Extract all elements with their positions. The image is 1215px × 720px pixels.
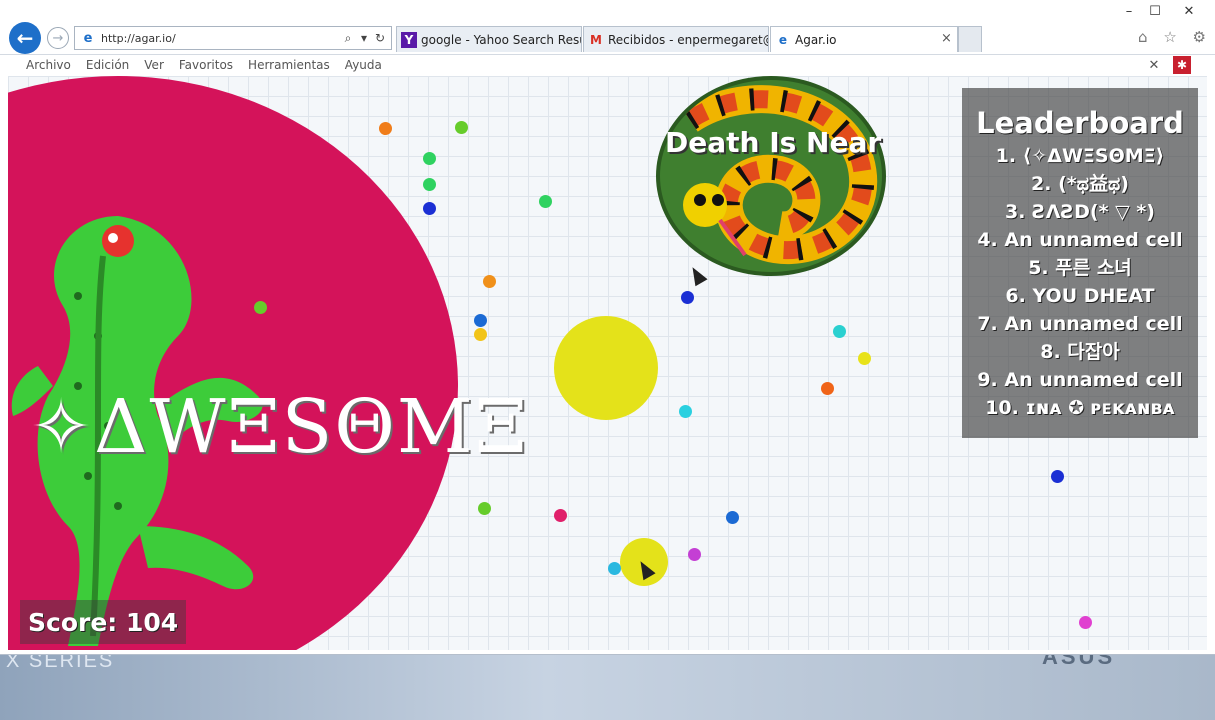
home-icon[interactable]: ⌂ (1138, 28, 1148, 48)
food-pellet (254, 301, 267, 314)
leaderboard-row: 1. ⟨✧ΔWΞSΘMΞ⟩ (995, 145, 1165, 167)
food-pellet (726, 511, 739, 524)
food-pellet (478, 502, 491, 515)
tab-gmail-inbox[interactable]: M Recibidos - enpermegaret@g... (583, 26, 769, 52)
title-bar: – ☐ ✕ (0, 0, 1215, 22)
food-pellet (423, 152, 436, 165)
food-pellet (483, 275, 496, 288)
dropdown-icon[interactable]: ▾ (357, 31, 371, 45)
food-pellet (821, 382, 834, 395)
enemy-name-label: Death Is Near (665, 126, 882, 159)
settings-gear-icon[interactable]: ⚙ (1193, 28, 1206, 48)
menu-favoritos[interactable]: Favoritos (179, 58, 233, 72)
leaderboard-row: 9. An unnamed cell (977, 369, 1183, 391)
ie-logo-icon: e (83, 30, 93, 46)
coral-snake-skin-icon (682, 85, 877, 264)
leaderboard-row: 10. ɪɴᴀ ✪ ᴘᴇᴋᴀɴʙᴀ (985, 397, 1175, 419)
food-pellet (858, 352, 871, 365)
tab-yahoo-search[interactable]: Y google - Yahoo Search Results (396, 26, 582, 52)
menu-archivo[interactable]: Archivo (26, 58, 71, 72)
player-name-label: ✧ΔWΞSΘMΞ (30, 384, 529, 470)
menu-ayuda[interactable]: Ayuda (345, 58, 382, 72)
close-icon[interactable]: ✕ (1146, 55, 1162, 75)
maximize-button[interactable]: ☐ (1142, 2, 1168, 20)
food-pellet (474, 328, 487, 341)
leaderboard-row: 8. 다잡아 (1040, 341, 1120, 363)
leaderboard-row: 7. An unnamed cell (977, 313, 1183, 335)
navigation-bar: ← → e http://agar.io/ ⌕ ▾ ↻ Y google - Y… (0, 22, 1215, 54)
ie-favicon-icon: e (778, 32, 788, 47)
game-canvas[interactable]: ✧ΔWΞSΘMΞ Death Is Near Leaderboard 1. ⟨✧… (8, 76, 1207, 650)
address-bar[interactable]: e http://agar.io/ ⌕ ▾ ↻ (74, 26, 392, 50)
score-display: Score: 104 (20, 600, 187, 644)
food-pellet (681, 291, 694, 304)
enemy-snake-cell (656, 76, 886, 276)
leaderboard-row: 5. 푸른 소녀 (1028, 257, 1132, 279)
extension-icon[interactable]: ✱ (1173, 56, 1191, 74)
food-pellet (833, 325, 846, 338)
menu-bar: Archivo Edición Ver Favoritos Herramient… (0, 54, 1215, 74)
mouse-cursor-icon (686, 263, 708, 287)
menu-ver[interactable]: Ver (144, 58, 164, 72)
food-pellet (539, 195, 552, 208)
food-pellet (679, 405, 692, 418)
leaderboard-row: 4. An unnamed cell (977, 229, 1183, 251)
tab-label: Recibidos - enpermegaret@g... (608, 32, 768, 47)
new-tab-button[interactable] (958, 26, 982, 52)
tab-agario[interactable]: e Agar.io × (770, 26, 958, 52)
leaderboard-panel: Leaderboard 1. ⟨✧ΔWΞSΘMΞ⟩ 2. (*ಥ益ಥ) 3. Ƨ… (962, 88, 1198, 438)
favorites-star-icon[interactable]: ☆ (1163, 28, 1176, 48)
food-pellet (1079, 616, 1092, 629)
menu-herramientas[interactable]: Herramientas (248, 58, 330, 72)
food-pellet (554, 509, 567, 522)
leaderboard-row: 2. (*ಥ益ಥ) (1031, 173, 1129, 195)
desktop-background: X SERIES ASUS (0, 644, 1215, 720)
search-icon[interactable]: ⌕ (341, 31, 355, 46)
leaderboard-row: 3. ƧɅƧD(* ▽ *) (1005, 201, 1155, 223)
leaderboard-title: Leaderboard (976, 106, 1184, 140)
refresh-icon[interactable]: ↻ (373, 31, 387, 45)
food-pellet (688, 548, 701, 561)
close-window-button[interactable]: ✕ (1174, 2, 1204, 20)
menu-edicion[interactable]: Edición (86, 58, 129, 72)
gmail-favicon-icon: M (590, 32, 602, 47)
forward-button[interactable]: → (47, 27, 69, 49)
food-pellet (1051, 470, 1064, 483)
back-button[interactable]: ← (9, 22, 41, 54)
address-url[interactable]: http://agar.io/ (101, 32, 341, 45)
leaderboard-row: 6. YOU DHEAT (1005, 285, 1155, 307)
yellow-cell (554, 316, 658, 420)
back-arrow-icon: ← (16, 26, 34, 50)
food-pellet (423, 202, 436, 215)
food-pellet (455, 121, 468, 134)
food-pellet (423, 178, 436, 191)
yahoo-favicon-icon: Y (401, 31, 417, 48)
minimize-button[interactable]: – (1116, 2, 1142, 20)
browser-window: – ☐ ✕ ← → e http://agar.io/ ⌕ ▾ ↻ Y goog… (0, 0, 1215, 655)
browser-toolbar-icons: ⌂ ☆ ⚙ (1138, 28, 1206, 48)
close-tab-icon[interactable]: × (941, 31, 952, 46)
tab-label: google - Yahoo Search Results (421, 32, 581, 47)
forward-arrow-icon: → (52, 30, 64, 46)
tab-label: Agar.io (795, 32, 837, 47)
food-pellet (608, 562, 621, 575)
food-pellet (379, 122, 392, 135)
food-pellet (474, 314, 487, 327)
